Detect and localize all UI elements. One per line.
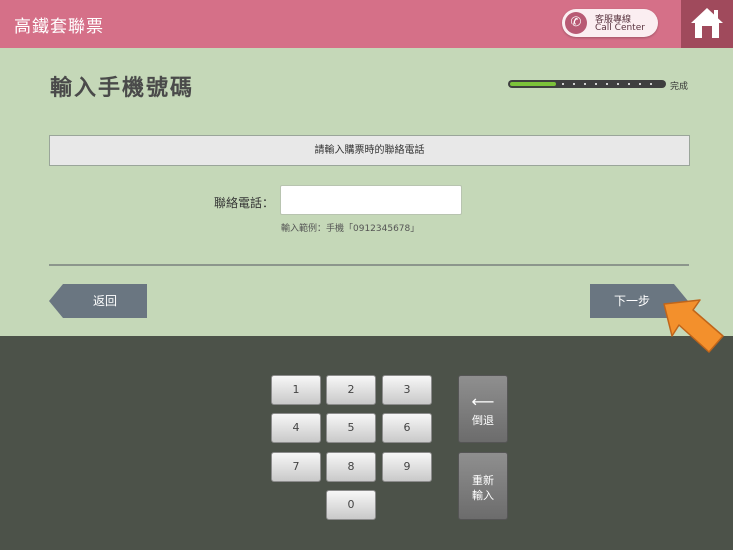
progress-fill: [510, 82, 557, 86]
key-9[interactable]: 9: [382, 452, 432, 482]
home-icon: [691, 8, 723, 38]
key-5[interactable]: 5: [326, 413, 376, 443]
key-3[interactable]: 3: [382, 375, 432, 405]
page-title: 輸入手機號碼: [50, 76, 195, 101]
reset-button[interactable]: 重新輸入: [458, 452, 508, 520]
content-panel: 輸入手機號碼 完成 請輸入購票時的聯絡電話 聯絡電話： 輸入範例：手機「0912…: [0, 48, 733, 336]
progress-bar: [508, 80, 666, 88]
top-bar: 高鐵套聯票 ✆ 客服專線 Call Center: [0, 0, 733, 48]
call-center-button[interactable]: ✆ 客服專線 Call Center: [562, 9, 658, 37]
key-8[interactable]: 8: [326, 452, 376, 482]
progress-dot: [573, 83, 576, 85]
back-button[interactable]: 返回: [49, 284, 147, 318]
key-1[interactable]: 1: [271, 375, 321, 405]
backspace-arrow-icon: ⟵: [471, 392, 495, 411]
progress-dot: [650, 83, 653, 85]
backspace-button[interactable]: ⟵ 倒退: [458, 375, 508, 443]
phone-label: 聯絡電話：: [214, 196, 275, 210]
progress-label: 完成: [670, 82, 689, 92]
progress-dot: [628, 83, 631, 85]
next-button-label: 下一步: [614, 294, 651, 308]
reset-label: 重新輸入: [472, 474, 494, 502]
key-7[interactable]: 7: [271, 452, 321, 482]
keypad-area: 1 2 3 4 5 6 7 8 9 0 ⟵ 倒退 重新輸入: [0, 336, 733, 550]
progress-dot: [617, 83, 620, 85]
phone-hint: 輸入範例：手機「0912345678」: [281, 224, 420, 234]
home-button[interactable]: [681, 0, 733, 48]
key-6[interactable]: 6: [382, 413, 432, 443]
key-2[interactable]: 2: [326, 375, 376, 405]
progress-dot: [595, 83, 598, 85]
backspace-label: 倒退: [472, 414, 494, 427]
key-4[interactable]: 4: [271, 413, 321, 443]
instruction-banner: 請輸入購票時的聯絡電話: [49, 135, 690, 166]
progress-dot: [639, 83, 642, 85]
key-0[interactable]: 0: [326, 490, 376, 520]
progress-dot: [606, 83, 609, 85]
progress-dot: [562, 83, 565, 85]
progress-dot: [584, 83, 587, 85]
divider: [49, 264, 689, 266]
phone-input[interactable]: [280, 185, 462, 215]
call-center-label-en: Call Center: [595, 23, 645, 33]
phone-icon: ✆: [565, 12, 587, 34]
back-button-label: 返回: [92, 294, 117, 308]
app-title: 高鐵套聯票: [14, 17, 104, 37]
